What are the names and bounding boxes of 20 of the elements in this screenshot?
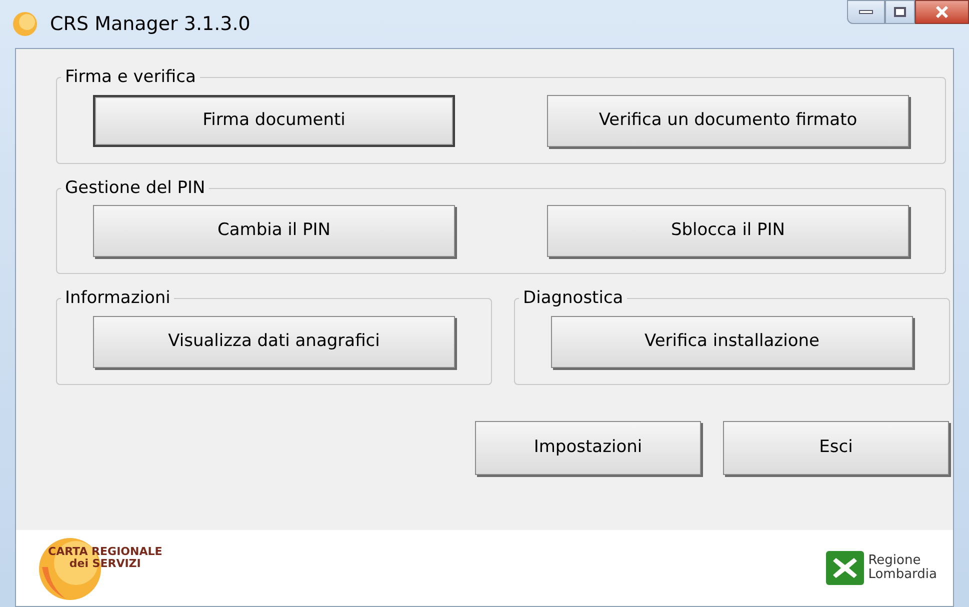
app-icon [12,11,38,37]
action-button[interactable]: Esci [723,420,949,474]
minimize-button[interactable] [847,0,885,24]
window-title: CRS Manager 3.1.3.0 [50,12,250,37]
logo-cross-icon [826,551,864,585]
group-title: Firma e verifica [64,66,197,89]
group-title: Diagnostica [522,287,624,310]
action-button[interactable]: Sblocca il PIN [547,205,909,257]
action-button[interactable]: Verifica installazione [551,316,913,368]
action-button[interactable]: Visualizza dati anagrafici [93,316,455,368]
close-icon [935,6,949,18]
group-title: Gestione del PIN [64,176,206,200]
action-button[interactable]: Verifica un documento firmato [547,94,909,146]
action-button[interactable]: Cambia il PIN [93,205,455,257]
close-button[interactable] [915,0,969,24]
group-title: Informazioni [64,287,172,310]
action-button[interactable]: Firma documenti [93,94,455,146]
maximize-button[interactable] [885,0,915,24]
action-button[interactable]: Impostazioni [475,420,701,474]
logo-text: Regione Lombardia [868,554,937,582]
